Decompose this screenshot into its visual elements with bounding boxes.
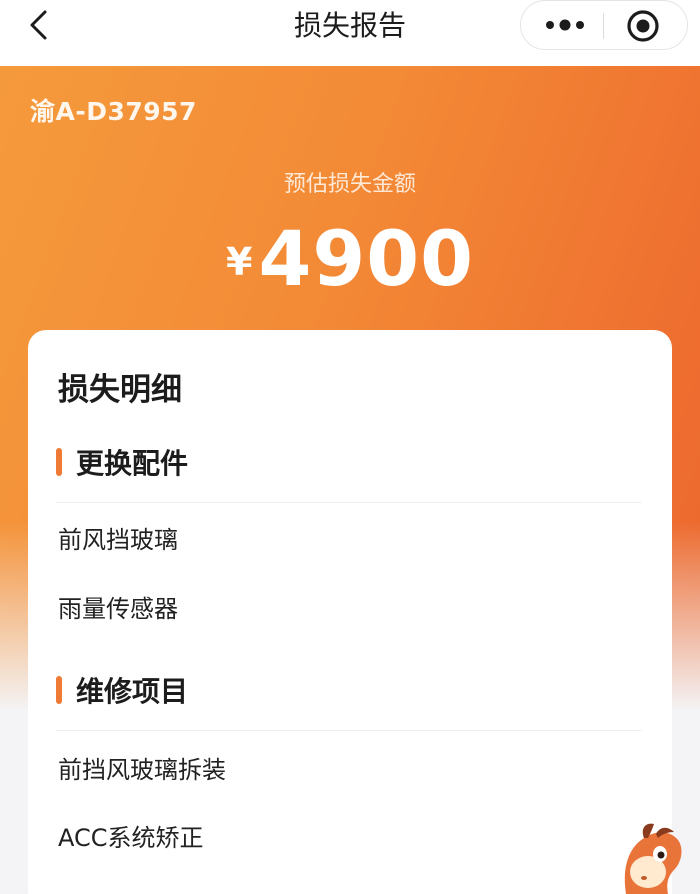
mascot-button[interactable] [604, 818, 700, 894]
miniprogram-capsule [520, 0, 688, 50]
card-title: 损失明细 [58, 372, 182, 408]
divider [56, 730, 642, 731]
divider [56, 502, 642, 503]
horse-mascot-icon [624, 823, 682, 894]
target-close-icon [627, 10, 659, 42]
list-item: 前风挡玻璃 [58, 526, 178, 554]
section-header-repairs: 维修项目 [56, 672, 646, 712]
more-button[interactable] [537, 9, 593, 41]
close-miniprogram-button[interactable] [625, 8, 661, 44]
amount-value: 4900 [258, 214, 474, 303]
list-item: 雨量传感器 [58, 595, 178, 623]
section-header-parts: 更换配件 [56, 444, 646, 484]
list-item: 前挡风玻璃拆装 [58, 756, 226, 784]
loss-detail-card: 损失明细 更换配件 前风挡玻璃 雨量传感器 维修项目 前挡风玻璃拆装 ACC系统… [28, 330, 672, 894]
section-accent-bar [56, 448, 62, 476]
amount-label: 预估损失金额 [283, 172, 416, 197]
navigation-bar: 损失报告 [0, 0, 700, 66]
currency-symbol: ¥ [226, 240, 253, 284]
license-plate: 渝A-D37957 [30, 97, 197, 126]
section-accent-bar [56, 676, 62, 704]
section-title: 更换配件 [76, 447, 189, 480]
estimated-amount: ¥4900 [0, 214, 700, 303]
list-item: ACC系统矫正 [58, 824, 204, 852]
more-dots-icon [546, 19, 584, 31]
capsule-divider [603, 13, 604, 39]
section-title: 维修项目 [76, 675, 189, 708]
